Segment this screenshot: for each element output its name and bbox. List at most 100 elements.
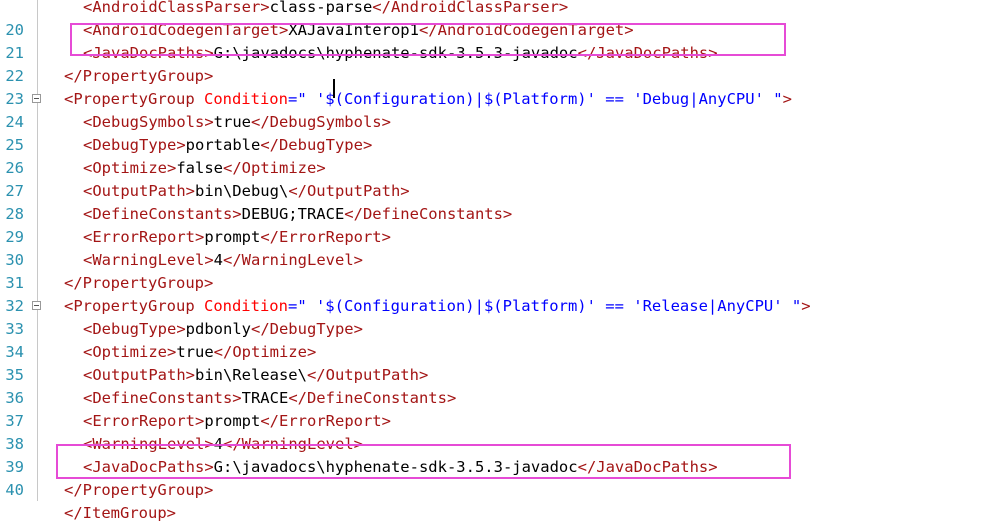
- code-line: 28 <DefineConstants>DEBUG;TRACE</DefineCo…: [0, 203, 998, 226]
- code-token: </DefineConstants>: [288, 389, 457, 407]
- code-token: class-parse: [269, 0, 373, 16]
- code-token: </DebugType>: [260, 136, 373, 154]
- code-line: 34 <Optimize>true</Optimize>: [0, 341, 998, 364]
- code-token: =" '$(Configuration)|$(Platform)' == 'De…: [287, 90, 783, 108]
- code-token: <DefineConstants>: [83, 205, 242, 223]
- code-line: 23 <PropertyGroup Condition=" '$(Configur…: [0, 88, 998, 111]
- code-token: <PropertyGroup: [64, 90, 204, 108]
- code-token: <DebugSymbols>: [83, 113, 214, 131]
- code-text: <ErrorReport>prompt</ErrorReport>: [83, 226, 391, 249]
- code-text: <PropertyGroup Condition=" '$(Configurat…: [64, 295, 811, 318]
- line-number: 23: [5, 90, 24, 108]
- code-token: <ErrorReport>: [83, 412, 205, 430]
- code-line: 27 <OutputPath>bin\Debug\</OutputPath>: [0, 180, 998, 203]
- code-text: <DebugType>pdbonly</DebugType>: [83, 318, 363, 341]
- code-token: pdbonly: [185, 320, 251, 338]
- code-token: </WarningLevel>: [223, 251, 363, 269]
- code-line: 32 <PropertyGroup Condition=" '$(Configur…: [0, 295, 998, 318]
- code-text: <WarningLevel>4</WarningLevel>: [83, 249, 363, 272]
- code-token: portable: [185, 136, 261, 154]
- line-number: 36: [5, 389, 24, 407]
- code-token: true: [213, 113, 251, 131]
- code-line: 26 <Optimize>false</Optimize>: [0, 157, 998, 180]
- code-line: 31 </PropertyGroup>: [0, 272, 998, 295]
- code-token: </PropertyGroup>: [64, 274, 214, 292]
- code-line: <AndroidClassParser>class-parse</Android…: [0, 0, 998, 19]
- line-number: 35: [5, 366, 24, 384]
- code-text: <DefineConstants>DEBUG;TRACE</DefineCons…: [83, 203, 512, 226]
- code-text: <Optimize>false</Optimize>: [83, 157, 326, 180]
- code-line: 25 <DebugType>portable</DebugType>: [0, 134, 998, 157]
- code-token: bin\Release\: [194, 366, 307, 384]
- line-number: 34: [5, 343, 24, 361]
- code-token: </PropertyGroup>: [64, 67, 214, 85]
- highlight-box-line-21: [70, 23, 786, 56]
- code-token: </ItemGroup>: [64, 504, 176, 522]
- code-editor[interactable]: <AndroidClassParser>class-parse</Android…: [0, 0, 998, 522]
- code-token: Condition: [203, 297, 288, 315]
- line-number: 33: [5, 320, 24, 338]
- code-line: </ItemGroup>: [0, 502, 998, 525]
- code-text: <Optimize>true</Optimize>: [83, 341, 316, 364]
- line-number: 31: [5, 274, 24, 292]
- code-text: <DefineConstants>TRACE</DefineConstants>: [83, 387, 456, 410]
- line-number: 20: [5, 21, 24, 39]
- line-number: 28: [5, 205, 24, 223]
- code-token: </OutputPath>: [306, 366, 429, 384]
- code-text: <PropertyGroup Condition=" '$(Configurat…: [64, 88, 792, 111]
- code-token: </OutputPath>: [288, 182, 410, 200]
- code-text: </PropertyGroup>: [64, 272, 213, 295]
- code-token: <PropertyGroup: [64, 297, 204, 315]
- text-caret: [333, 79, 335, 98]
- code-token: <DefineConstants>: [83, 389, 242, 407]
- code-token: </Optimize>: [223, 159, 326, 177]
- code-token: <OutputPath>: [83, 366, 195, 384]
- code-text: <DebugSymbols>true</DebugSymbols>: [83, 111, 391, 134]
- code-text: </PropertyGroup>: [64, 479, 213, 502]
- code-token: prompt: [204, 412, 261, 430]
- code-token: <OutputPath>: [83, 182, 195, 200]
- code-token: <Optimize>: [83, 343, 177, 361]
- code-token: <DebugType>: [83, 320, 186, 338]
- line-number: 32: [5, 297, 24, 315]
- code-text: <DebugType>portable</DebugType>: [83, 134, 372, 157]
- code-token: <WarningLevel>: [83, 251, 214, 269]
- code-text: <OutputPath>bin\Release\</OutputPath>: [83, 364, 428, 387]
- code-token: </ErrorReport>: [260, 228, 391, 246]
- code-token: =" '$(Configuration)|$(Platform)' == 'Re…: [287, 297, 802, 315]
- code-token: </DefineConstants>: [344, 205, 513, 223]
- code-token: >: [782, 90, 792, 108]
- code-token: <DebugType>: [83, 136, 186, 154]
- highlight-box-line-39: [56, 444, 791, 479]
- line-number: 21: [5, 44, 24, 62]
- code-token: TRACE: [241, 389, 289, 407]
- collapse-toggle-icon[interactable]: [32, 301, 41, 310]
- code-token: </AndroidClassParser>: [372, 0, 569, 16]
- code-line: 30 <WarningLevel>4</WarningLevel>: [0, 249, 998, 272]
- code-text: </PropertyGroup>: [64, 65, 213, 88]
- code-text: <OutputPath>bin\Debug\</OutputPath>: [83, 180, 410, 203]
- code-token: <ErrorReport>: [83, 228, 205, 246]
- code-token: </ErrorReport>: [260, 412, 391, 430]
- line-number: 22: [5, 67, 24, 85]
- code-line: 40 </PropertyGroup>: [0, 479, 998, 502]
- code-line: 29 <ErrorReport>prompt</ErrorReport>: [0, 226, 998, 249]
- code-token: prompt: [204, 228, 261, 246]
- line-number: 26: [5, 159, 24, 177]
- code-token: </Optimize>: [213, 343, 317, 361]
- code-line: 37 <ErrorReport>prompt</ErrorReport>: [0, 410, 998, 433]
- code-token: <Optimize>: [83, 159, 177, 177]
- line-number: 24: [5, 113, 24, 131]
- code-token: </DebugType>: [250, 320, 363, 338]
- line-number: 40: [5, 481, 24, 499]
- code-line: 36 <DefineConstants>TRACE</DefineConstant…: [0, 387, 998, 410]
- collapse-toggle-icon[interactable]: [32, 94, 41, 103]
- line-number: 39: [5, 458, 24, 476]
- code-text: </ItemGroup>: [64, 502, 176, 525]
- code-line: 33 <DebugType>pdbonly</DebugType>: [0, 318, 998, 341]
- code-token: bin\Debug\: [194, 182, 289, 200]
- code-line: 22 </PropertyGroup>: [0, 65, 998, 88]
- code-text: <AndroidClassParser>class-parse</Android…: [83, 0, 568, 19]
- code-token: DEBUG;TRACE: [241, 205, 345, 223]
- line-number: 25: [5, 136, 24, 154]
